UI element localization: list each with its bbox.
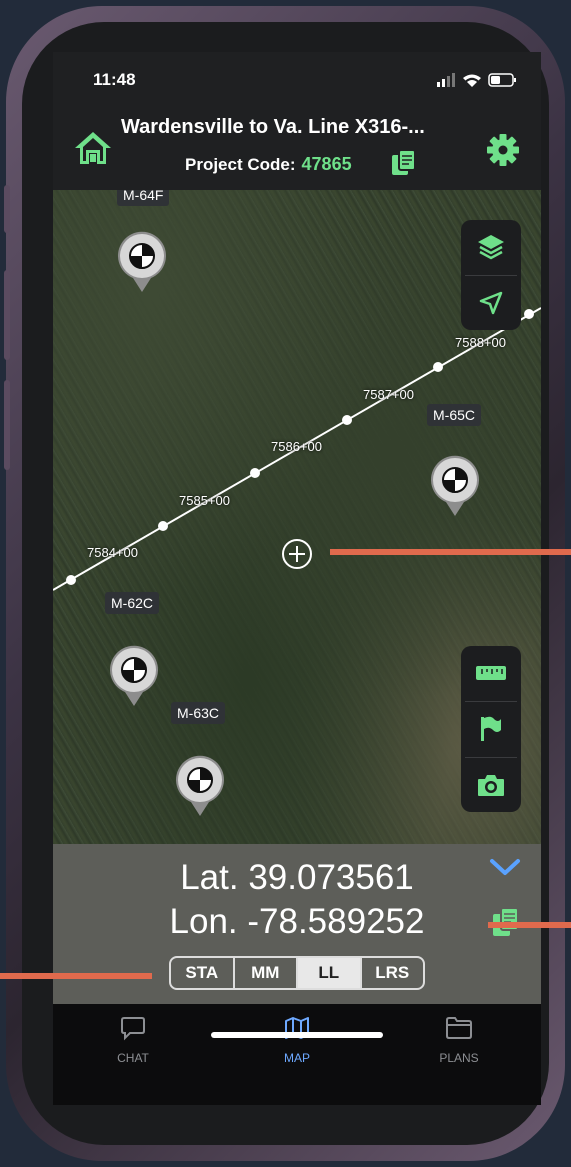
tab-label: CHAT <box>117 1051 149 1065</box>
station-label: 7587+00 <box>363 387 414 402</box>
ruler-icon <box>476 666 506 680</box>
survey-marker-pin[interactable] <box>115 216 169 296</box>
side-button <box>4 185 10 233</box>
navigation-arrow-icon <box>479 291 503 315</box>
copy-icon[interactable] <box>391 149 417 177</box>
mode-sta[interactable]: STA <box>171 958 235 988</box>
tab-label: PLANS <box>439 1051 479 1065</box>
map-view[interactable]: 7584+00 7585+00 7586+00 7587+00 7588+00 … <box>53 190 541 844</box>
mode-mm[interactable]: MM <box>235 958 298 988</box>
station-label: 7586+00 <box>271 439 322 454</box>
station-label: 7588+00 <box>455 335 506 350</box>
mode-lrs[interactable]: LRS <box>362 958 424 988</box>
tab-chat[interactable]: CHAT <box>83 1014 183 1065</box>
side-button <box>4 380 10 470</box>
status-icons <box>437 73 516 87</box>
survey-marker-pin[interactable] <box>107 630 161 710</box>
project-title: Wardensville to Va. Line X316-... <box>121 116 425 138</box>
station-label: 7584+00 <box>87 545 138 560</box>
project-code-label: Project Code: <box>185 155 296 174</box>
status-bar: 11:48 <box>53 52 541 108</box>
camera-button[interactable] <box>461 758 521 812</box>
app-screen: 11:48 Wardensville to Va. Line X316-... … <box>53 52 541 1105</box>
longitude-readout: Lon. -78.589252 <box>169 902 425 941</box>
home-icon[interactable] <box>73 130 113 166</box>
tab-label: MAP <box>283 1051 310 1065</box>
mode-ll[interactable]: LL <box>298 958 362 988</box>
coordinate-panel: Lat. 39.073561 Lon. -78.589252 STA MM LL… <box>53 844 541 1004</box>
survey-marker-pin[interactable] <box>428 440 482 520</box>
marker-label: M-65C <box>427 404 482 426</box>
flag-button[interactable] <box>461 702 521 756</box>
camera-icon <box>478 775 504 796</box>
flag-icon <box>481 716 501 741</box>
coordinate-mode-selector: STA MM LL LRS <box>169 956 425 990</box>
tab-map[interactable]: MAP <box>247 1014 347 1065</box>
latitude-readout: Lat. 39.073561 <box>180 858 414 897</box>
marker-label: M-63C <box>171 702 226 724</box>
map-bottom-toolbar <box>461 646 521 812</box>
project-code-row: Project Code: 47865 <box>185 154 352 175</box>
measure-button[interactable] <box>461 646 521 700</box>
locate-button[interactable] <box>461 276 521 330</box>
station-label: 7585+00 <box>179 493 230 508</box>
tab-bar: CHAT MAP PLANS <box>53 1004 541 1105</box>
home-indicator <box>211 1032 383 1038</box>
side-button <box>4 270 10 360</box>
chevron-down-icon[interactable] <box>489 856 521 878</box>
layers-icon <box>478 235 504 260</box>
gear-icon[interactable] <box>485 132 521 168</box>
callout-line <box>330 549 571 555</box>
status-time: 11:48 <box>93 70 136 89</box>
folder-icon <box>446 1017 472 1039</box>
marker-label: M-62C <box>105 592 160 614</box>
tab-plans[interactable]: PLANS <box>409 1014 509 1065</box>
marker-label: M-64F <box>117 190 170 206</box>
callout-line <box>488 922 571 928</box>
survey-marker-pin[interactable] <box>173 740 227 820</box>
map-top-toolbar <box>461 220 521 330</box>
chat-icon <box>121 1017 145 1041</box>
callout-line <box>0 973 152 979</box>
project-code-value: 47865 <box>301 154 352 174</box>
layers-button[interactable] <box>461 220 521 274</box>
app-header: Wardensville to Va. Line X316-... Projec… <box>53 108 541 188</box>
